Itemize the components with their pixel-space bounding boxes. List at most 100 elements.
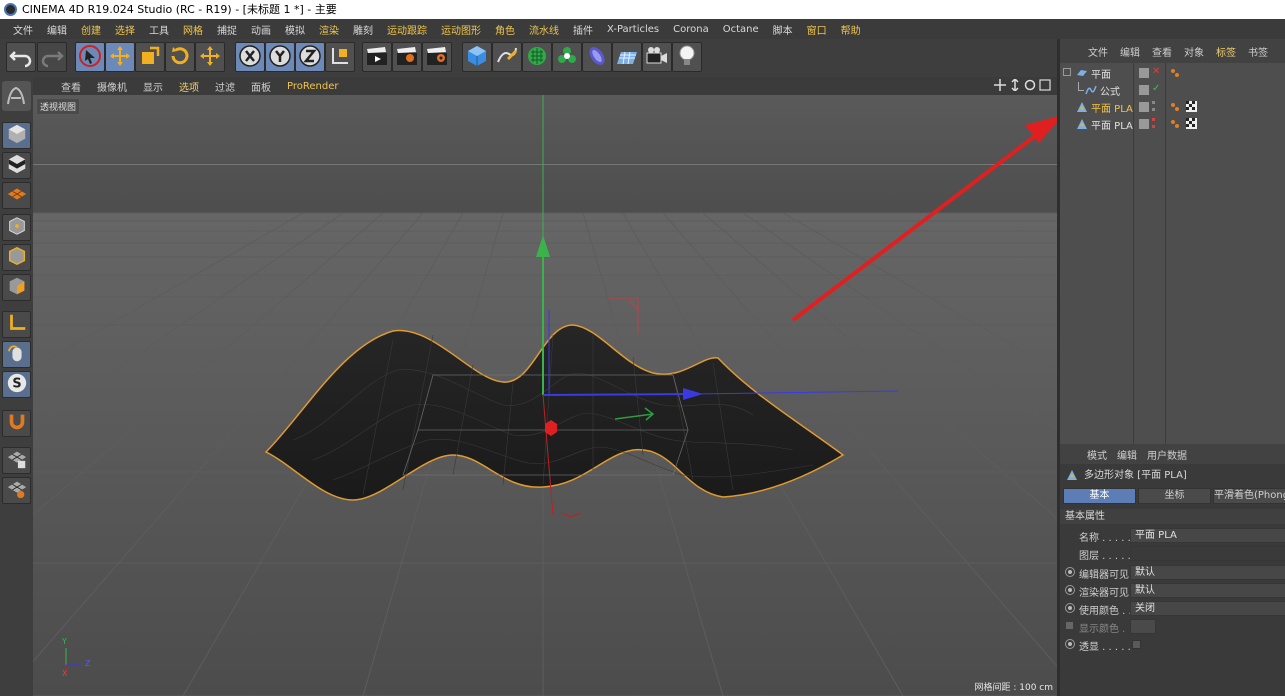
coordinate-system-button[interactable] (325, 42, 355, 72)
menu-simulate[interactable]: 模拟 (278, 22, 312, 37)
rotate-tool-button[interactable] (165, 42, 195, 72)
menu-mesh[interactable]: 网格 (176, 22, 210, 37)
tab-phong[interactable]: 平滑着色(Phong) (1213, 488, 1285, 504)
name-field[interactable]: 平面 PLA (1130, 528, 1285, 543)
attr-menu-edit[interactable]: 编辑 (1112, 447, 1142, 462)
menu-create[interactable]: 创建 (74, 22, 108, 37)
axis-mode-button[interactable] (2, 311, 31, 338)
lock-workplane-button[interactable] (2, 447, 31, 474)
floor-button[interactable] (612, 42, 642, 72)
attr-menu-user-data[interactable]: 用户数据 (1142, 447, 1192, 462)
workplane-settings-button[interactable] (2, 477, 31, 504)
object-row-plane-pla-2[interactable]: 平面 PLA (1060, 116, 1285, 133)
object-row-plane[interactable]: 平面 ✕ (1060, 65, 1285, 82)
menu-animate[interactable]: 动画 (244, 22, 278, 37)
objmgr-menu-file[interactable]: 文件 (1082, 44, 1114, 59)
object-row-plane-pla-1[interactable]: 平面 PLA (1060, 99, 1285, 116)
pla-tag-icon[interactable] (1170, 119, 1180, 132)
viewport-menu-cameras[interactable]: 摄像机 (89, 79, 135, 94)
objmgr-menu-tags[interactable]: 标签 (1210, 44, 1242, 59)
menu-x-particles[interactable]: X-Particles (600, 24, 666, 35)
edit-visibility-icon[interactable] (1139, 68, 1149, 78)
animation-radio-icon[interactable] (1065, 603, 1075, 613)
layer-field[interactable] (1130, 546, 1285, 561)
attr-menu-mode[interactable]: 模式 (1082, 447, 1112, 462)
editor-visible-dropdown[interactable]: 默认 (1130, 565, 1285, 580)
animation-radio-icon[interactable] (1065, 585, 1075, 595)
render-visible-dropdown[interactable]: 默认 (1130, 583, 1285, 598)
pan-view-icon[interactable] (994, 79, 1006, 91)
rotate-view-icon[interactable] (1024, 79, 1036, 91)
menu-octane[interactable]: Octane (716, 24, 766, 35)
viewport-menu-options[interactable]: 选项 (171, 79, 207, 94)
snap-button[interactable]: S (2, 371, 31, 398)
spline-pen-button[interactable] (492, 42, 522, 72)
texture-mode-button[interactable] (2, 152, 31, 179)
menu-edit[interactable]: 编辑 (40, 22, 74, 37)
use-color-dropdown[interactable]: 关闭 (1130, 601, 1285, 616)
subdivision-surface-button[interactable] (522, 42, 552, 72)
menu-window[interactable]: 窗口 (800, 22, 834, 37)
menu-help[interactable]: 帮助 (834, 22, 868, 37)
objmgr-menu-edit[interactable]: 编辑 (1114, 44, 1146, 59)
texture-tag-icon[interactable] (1186, 118, 1197, 132)
polygons-mode-button[interactable] (2, 274, 31, 301)
scale-tool-button[interactable] (135, 42, 165, 72)
points-mode-button[interactable] (2, 214, 31, 241)
visibility-dots-icon[interactable] (1152, 118, 1156, 128)
menu-script[interactable]: 脚本 (766, 22, 800, 37)
magnet-button[interactable] (2, 410, 31, 437)
texture-tag-icon[interactable] (1186, 101, 1197, 115)
live-select-button[interactable] (75, 42, 105, 72)
visibility-dots-icon[interactable] (1152, 101, 1156, 111)
cloner-button[interactable] (552, 42, 582, 72)
formula-tag-icon[interactable] (1170, 68, 1180, 81)
visibility-dots-icon[interactable]: ✕ (1152, 66, 1160, 77)
render-settings-button[interactable] (422, 42, 452, 72)
x-ray-checkbox[interactable] (1132, 640, 1141, 649)
viewport-menu-filter[interactable]: 过滤 (207, 79, 243, 94)
edges-mode-button[interactable] (2, 244, 31, 271)
menu-file[interactable]: 文件 (6, 22, 40, 37)
enabled-check-icon[interactable]: ✓ (1152, 83, 1160, 94)
gizmo-z-axis[interactable] (542, 393, 694, 396)
viewport-menu-view[interactable]: 查看 (53, 79, 89, 94)
x-axis-lock-button[interactable] (235, 42, 265, 72)
deformer-button[interactable] (582, 42, 612, 72)
render-view-button[interactable] (362, 42, 392, 72)
cube-primitive-button[interactable] (462, 42, 492, 72)
maximize-view-icon[interactable] (1039, 79, 1051, 91)
menu-character[interactable]: 角色 (488, 22, 522, 37)
workplane-mode-button[interactable] (2, 182, 31, 209)
tab-coordinates[interactable]: 坐标 (1138, 488, 1211, 504)
menu-tools[interactable]: 工具 (142, 22, 176, 37)
viewport-menu-prorender[interactable]: ProRender (279, 81, 346, 92)
move-tool-button[interactable] (105, 42, 135, 72)
object-mode-button[interactable] (2, 122, 31, 149)
tweak-mode-button[interactable] (2, 341, 31, 368)
model-mode-button[interactable] (2, 81, 31, 111)
edit-visibility-icon[interactable] (1139, 85, 1149, 95)
pla-tag-icon[interactable] (1170, 102, 1180, 115)
expand-toggle-icon[interactable] (1063, 68, 1071, 76)
menu-pipeline[interactable]: 流水线 (522, 22, 566, 37)
camera-button[interactable] (642, 42, 672, 72)
viewport-menu-display[interactable]: 显示 (135, 79, 171, 94)
y-axis-lock-button[interactable] (265, 42, 295, 72)
perspective-viewport[interactable]: 透视视图 Y Z X 网格间距 : 100 cm (33, 95, 1057, 696)
objmgr-menu-view[interactable]: 查看 (1146, 44, 1178, 59)
menu-snap[interactable]: 捕捉 (210, 22, 244, 37)
zoom-view-icon[interactable] (1009, 77, 1021, 93)
menu-motion-tracker[interactable]: 运动跟踪 (380, 22, 434, 37)
redo-button[interactable] (37, 42, 67, 72)
undo-button[interactable] (6, 42, 36, 72)
menu-sculpt[interactable]: 雕刻 (346, 22, 380, 37)
z-axis-lock-button[interactable] (295, 42, 325, 72)
menu-render[interactable]: 渲染 (312, 22, 346, 37)
viewport-menu-panel[interactable]: 面板 (243, 79, 279, 94)
animation-radio-icon[interactable] (1065, 639, 1075, 649)
light-button[interactable] (672, 42, 702, 72)
object-row-formula[interactable]: 公式 ✓ (1060, 82, 1285, 99)
animation-radio-icon[interactable] (1065, 567, 1075, 577)
display-color-swatch[interactable] (1130, 619, 1156, 634)
